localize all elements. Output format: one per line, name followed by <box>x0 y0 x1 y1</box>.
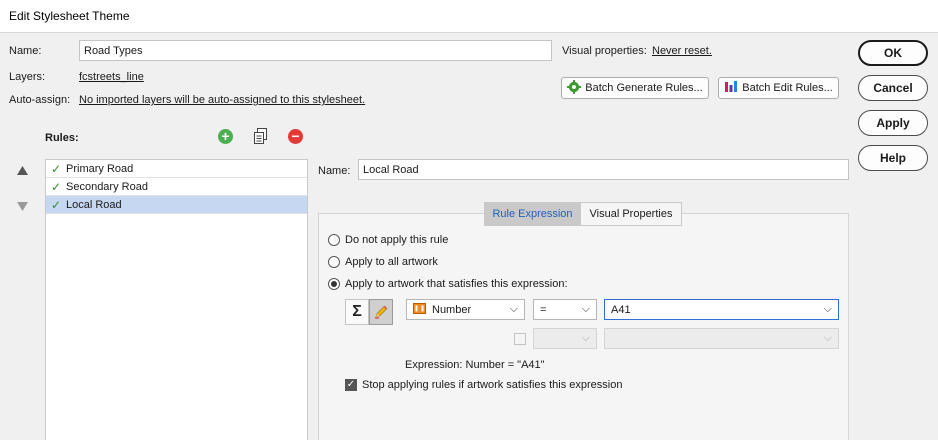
attribute-dropdown[interactable]: Number ⌵ <box>406 299 525 320</box>
autoassign-link[interactable]: No imported layers will be auto-assigned… <box>79 94 365 106</box>
option-apply-all[interactable]: Apply to all artwork <box>328 256 438 268</box>
stop-applying-label: Stop applying rules if artwork satisfies… <box>362 379 623 391</box>
expression-value: A41 <box>611 303 631 316</box>
operator-dropdown-disabled[interactable]: ⌵ <box>533 328 597 349</box>
visual-properties-link[interactable]: Never reset. <box>652 45 712 57</box>
autoassign-label: Auto-assign: <box>9 94 71 106</box>
batch-edit-label: Batch Edit Rules... <box>742 82 833 94</box>
rule-item-label: Secondary Road <box>66 180 148 193</box>
layers-link[interactable]: fcstreets_line <box>79 71 144 83</box>
attribute-type-icon <box>413 302 426 317</box>
value-dropdown-disabled[interactable]: ⌵ <box>604 328 839 349</box>
value-dropdown[interactable]: A41 ⌵ <box>604 299 839 320</box>
batch-generate-rules-button[interactable]: Batch Generate Rules... <box>561 77 709 99</box>
gear-icon <box>567 79 582 97</box>
title-bar: Edit Stylesheet Theme <box>0 0 938 33</box>
rule-item-primary-road[interactable]: ✓ Primary Road <box>46 160 307 178</box>
option-apply-expression[interactable]: Apply to artwork that satisfies this exp… <box>328 278 568 290</box>
batch-generate-label: Batch Generate Rules... <box>585 82 703 94</box>
cancel-button[interactable]: Cancel <box>858 75 928 101</box>
checkmark-icon: ✓ <box>51 197 62 212</box>
option-label: Apply to all artwork <box>345 256 438 268</box>
checkmark-icon: ✓ <box>51 161 62 176</box>
remove-icon[interactable]: − <box>288 129 303 144</box>
rules-list: ✓ Primary Road ✓ Secondary Road ✓ Local … <box>45 159 308 440</box>
attribute-value: Number <box>432 303 472 316</box>
radio-button[interactable] <box>328 256 340 268</box>
option-label: Do not apply this rule <box>345 234 449 246</box>
rule-item-label: Local Road <box>66 198 122 211</box>
expression-summary: Expression: Number = "A41" <box>405 359 545 371</box>
add-icon[interactable]: + <box>218 129 233 144</box>
stop-applying-checkbox[interactable]: ✓ <box>345 379 357 391</box>
pencil-icon[interactable] <box>369 299 393 325</box>
chevron-down-icon: ⌵ <box>581 303 590 315</box>
window-title: Edit Stylesheet Theme <box>9 9 130 23</box>
rules-label: Rules: <box>45 132 79 144</box>
help-button[interactable]: Help <box>858 145 928 171</box>
add-condition-checkbox[interactable] <box>514 333 526 345</box>
name-label: Name: <box>9 45 42 57</box>
operator-dropdown[interactable]: = ⌵ <box>533 299 597 320</box>
chevron-down-icon: ⌵ <box>581 332 590 344</box>
rule-item-secondary-road[interactable]: ✓ Secondary Road <box>46 178 307 196</box>
rule-item-label: Primary Road <box>66 162 134 175</box>
tab-rule-expression[interactable]: Rule Expression <box>484 202 581 226</box>
chevron-down-icon: ⌵ <box>509 303 518 315</box>
rule-item-local-road[interactable]: ✓ Local Road <box>46 196 307 214</box>
palette-icon <box>724 80 738 97</box>
chevron-down-icon: ⌵ <box>823 303 832 315</box>
batch-edit-rules-button[interactable]: Batch Edit Rules... <box>718 77 839 99</box>
rule-name-label: Name: <box>318 165 351 177</box>
radio-button[interactable] <box>328 234 340 246</box>
option-label: Apply to artwork that satisfies this exp… <box>345 278 568 290</box>
rule-name-input[interactable] <box>358 159 849 180</box>
visual-properties-label: Visual properties: <box>562 45 647 57</box>
copy-icon[interactable] <box>253 128 269 145</box>
checkmark-icon: ✓ <box>51 179 62 194</box>
apply-button[interactable]: Apply <box>858 110 928 136</box>
move-up-icon[interactable] <box>17 166 28 178</box>
ok-button[interactable]: OK <box>858 40 928 66</box>
tab-visual-properties[interactable]: Visual Properties <box>580 202 682 226</box>
move-down-icon[interactable] <box>17 202 28 214</box>
radio-button-selected[interactable] <box>328 278 340 290</box>
chevron-down-icon: ⌵ <box>823 332 832 344</box>
option-do-not-apply[interactable]: Do not apply this rule <box>328 234 448 246</box>
operator-value: = <box>540 303 547 316</box>
theme-name-input[interactable] <box>79 40 552 61</box>
sigma-icon[interactable]: Σ <box>345 299 369 325</box>
layers-label: Layers: <box>9 71 46 83</box>
rule-panel <box>318 213 849 440</box>
stop-applying-option[interactable]: ✓ Stop applying rules if artwork satisfi… <box>345 379 622 391</box>
